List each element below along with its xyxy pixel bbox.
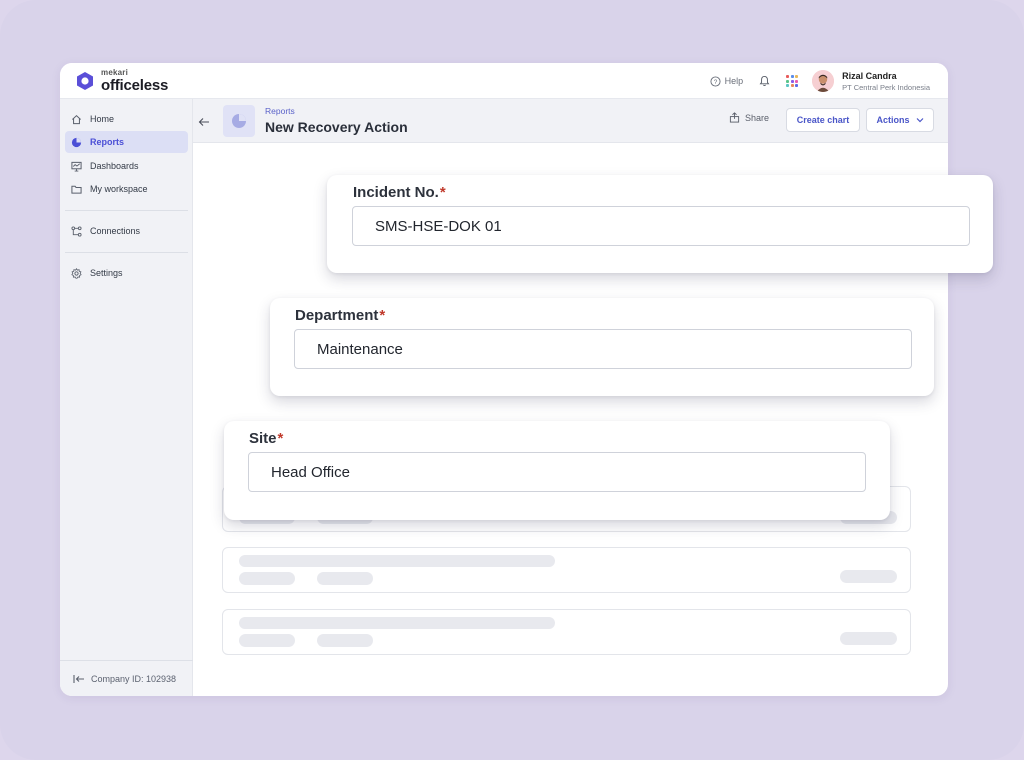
gear-icon bbox=[71, 267, 82, 279]
site-label: Site* bbox=[249, 430, 283, 447]
skeleton-bar bbox=[840, 570, 897, 583]
sidebar-item-label: Reports bbox=[90, 137, 125, 147]
report-type-icon bbox=[223, 105, 255, 137]
hexagon-logo-icon bbox=[77, 72, 93, 90]
app-logo[interactable]: mekari officeless bbox=[76, 69, 168, 93]
create-chart-button[interactable]: Create chart bbox=[786, 108, 860, 132]
user-avatar-icon bbox=[812, 70, 835, 92]
avatar[interactable] bbox=[812, 70, 835, 92]
pie-chart-icon bbox=[71, 137, 82, 147]
skeleton-bar bbox=[317, 572, 373, 585]
sidebar-item-dashboards[interactable]: Dashboards bbox=[65, 155, 188, 177]
sidebar-divider bbox=[65, 210, 188, 211]
question-circle-icon: ? bbox=[710, 75, 721, 87]
site-field-card: Site* Head Office bbox=[224, 421, 890, 520]
sidebar-item-label: Home bbox=[90, 114, 115, 124]
department-label-text: Department bbox=[295, 307, 379, 324]
sidebar-item-label: My workspace bbox=[90, 184, 148, 194]
skeleton-bar bbox=[239, 617, 555, 629]
folder-icon bbox=[71, 185, 82, 194]
sidebar: Home Reports Dashboards My workspace Con… bbox=[60, 99, 193, 696]
department-field-card: Department* Maintenance bbox=[270, 298, 934, 396]
company-id-label: Company ID: 102938 bbox=[91, 673, 177, 684]
sidebar-item-reports[interactable]: Reports bbox=[65, 131, 188, 153]
pie-chart-icon bbox=[232, 114, 246, 128]
sidebar-item-home[interactable]: Home bbox=[65, 108, 188, 130]
sidebar-item-label: Dashboards bbox=[90, 161, 139, 171]
skeleton-bar bbox=[239, 634, 295, 647]
incident-no-field[interactable]: SMS-HSE-DOK 01 bbox=[352, 206, 970, 246]
incident-label-text: Incident No. bbox=[353, 184, 439, 201]
share-icon bbox=[729, 112, 740, 123]
brand-small: mekari bbox=[101, 68, 128, 77]
home-icon bbox=[72, 114, 81, 124]
required-mark: * bbox=[379, 307, 386, 324]
sidebar-item-connections[interactable]: Connections bbox=[65, 220, 188, 242]
required-mark: * bbox=[439, 184, 446, 201]
bell-icon bbox=[759, 75, 770, 87]
svg-text:?: ? bbox=[713, 78, 717, 85]
share-button[interactable]: Share bbox=[729, 112, 769, 123]
skeleton-bar bbox=[239, 572, 295, 585]
help-label: Help bbox=[724, 76, 744, 86]
incident-field-card: Incident No.* SMS-HSE-DOK 01 bbox=[327, 175, 993, 273]
user-name: Rizal Candra bbox=[842, 70, 897, 81]
share-label: Share bbox=[745, 112, 770, 123]
sidebar-item-my-workspace[interactable]: My workspace bbox=[65, 178, 188, 200]
skeleton-bar bbox=[239, 555, 555, 567]
incident-label: Incident No.* bbox=[353, 184, 446, 201]
top-bar: mekari officeless ? Help Rizal Candra PT… bbox=[60, 63, 948, 99]
arrow-left-icon bbox=[198, 118, 209, 126]
user-org: PT Central Perk Indonesia bbox=[842, 82, 930, 92]
site-label-text: Site bbox=[249, 430, 277, 447]
chevron-down-icon bbox=[916, 118, 923, 123]
help-button[interactable]: ? Help bbox=[710, 75, 744, 87]
brand-name: officeless bbox=[101, 77, 169, 94]
list-item-placeholder bbox=[222, 547, 911, 593]
skeleton-bar bbox=[840, 632, 897, 645]
breadcrumb[interactable]: Reports bbox=[265, 106, 295, 116]
required-mark: * bbox=[277, 430, 284, 447]
notification-button[interactable] bbox=[759, 75, 770, 87]
list-item-placeholder bbox=[222, 609, 911, 655]
sidebar-item-label: Settings bbox=[90, 268, 123, 278]
site-field[interactable]: Head Office bbox=[248, 452, 866, 492]
skeleton-bar bbox=[317, 634, 373, 647]
collapse-left-icon bbox=[73, 674, 84, 683]
sidebar-item-settings[interactable]: Settings bbox=[65, 262, 188, 284]
page-title: New Recovery Action bbox=[265, 119, 408, 135]
page-header: Reports New Recovery Action Share Create… bbox=[193, 99, 948, 143]
company-id[interactable]: Company ID: 102938 bbox=[60, 660, 193, 696]
department-label: Department* bbox=[295, 307, 385, 324]
connections-icon bbox=[71, 225, 82, 237]
actions-dropdown[interactable]: Actions bbox=[866, 108, 934, 132]
apps-grid-icon[interactable] bbox=[786, 75, 799, 87]
department-field[interactable]: Maintenance bbox=[294, 329, 912, 369]
actions-label: Actions bbox=[876, 115, 910, 125]
monitor-icon bbox=[71, 161, 82, 172]
back-button[interactable] bbox=[198, 114, 210, 132]
sidebar-item-label: Connections bbox=[90, 226, 141, 236]
sidebar-divider bbox=[65, 252, 188, 253]
